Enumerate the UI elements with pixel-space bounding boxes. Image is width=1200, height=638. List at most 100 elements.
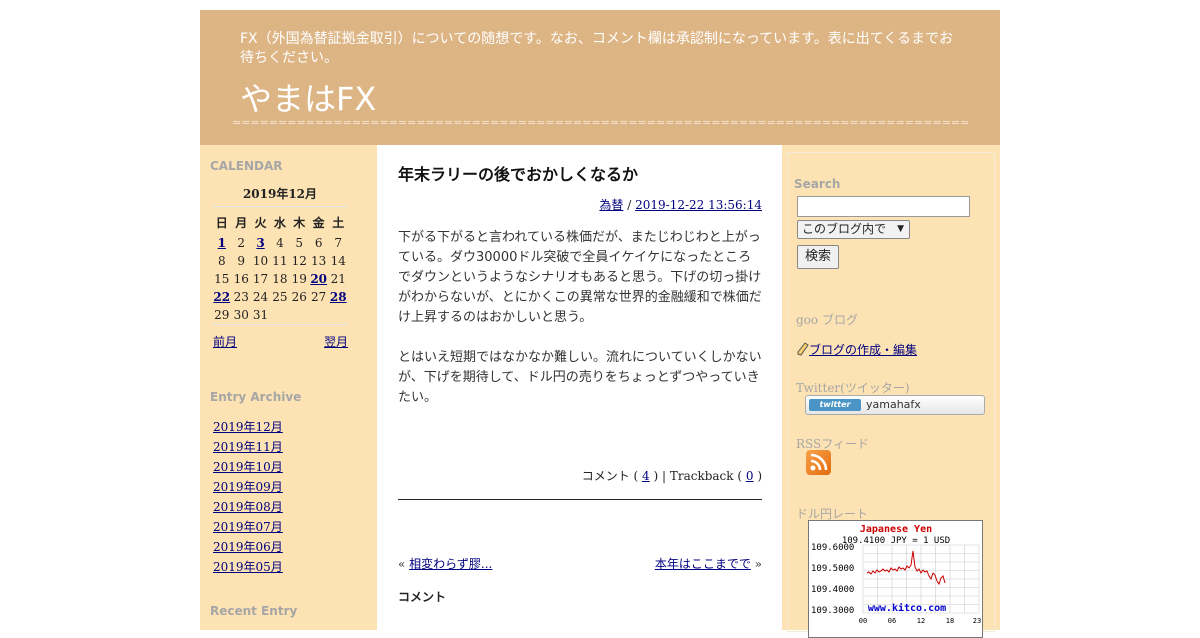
- calendar-month: 2019年12月: [212, 185, 348, 207]
- calendar-day: 1: [212, 234, 232, 252]
- archive-item: 2019年07月: [213, 517, 283, 537]
- rate-chart-title: Japanese Yen: [860, 524, 932, 535]
- rate-chart-x-ticks: 00 06 12 18 23: [859, 617, 981, 625]
- calendar-week: 29 30 31: [212, 306, 348, 324]
- rate-chart-brand: www.kitco.com: [868, 602, 946, 614]
- calendar-prev-month-link[interactable]: 前月: [213, 333, 237, 350]
- blog-title[interactable]: やまはFX: [240, 74, 376, 120]
- blog-header: FX（外国為替証拠金取引）についての随想です。なお、コメント欄は承認制になってい…: [200, 10, 1000, 145]
- prev-post: « 相変わらず膠...: [398, 555, 492, 572]
- calendar-weekday: 水: [273, 215, 286, 230]
- archive-month-link[interactable]: 2019年05月: [213, 560, 283, 574]
- post-category-link[interactable]: 為替: [599, 198, 623, 212]
- calendar-day: 18: [272, 272, 288, 286]
- post-permalink[interactable]: 2019-12-22 13:56:14: [635, 198, 762, 212]
- y-tick-label: 109.4000: [811, 585, 854, 595]
- calendar-day: 30: [233, 307, 249, 322]
- archive-item: 2019年12月: [213, 417, 283, 437]
- calendar-week: 8 9 10 11 12 13 14: [212, 252, 348, 270]
- archive-month-link[interactable]: 2019年11月: [213, 440, 283, 454]
- pencil-icon: [797, 342, 809, 356]
- y-tick-label: 109.3000: [811, 606, 854, 616]
- rate-chart-svg: Japanese Yen 109.4100 JPY = 1 USD 109.60…: [811, 524, 981, 625]
- calendar-day-link[interactable]: 22: [213, 290, 230, 304]
- meta-separator: /: [623, 198, 636, 212]
- archive-month-link[interactable]: 2019年07月: [213, 520, 283, 534]
- calendar-day: 10: [252, 254, 269, 268]
- calendar-day-link[interactable]: 28: [330, 290, 347, 304]
- calendar: 2019年12月 日月火水木金土 1 2 3 4 5 6 7 8 9 10 11 12 13 14 15 16…: [212, 185, 348, 355]
- goo-blog-heading: goo ブログ: [796, 313, 858, 327]
- right-sidebar-box: Search このブログ内で ▼ 検索 goo ブログ ブログの作成・編集 Tw…: [787, 152, 995, 638]
- archive-month-link[interactable]: 2019年10月: [213, 460, 283, 474]
- search-scope-select[interactable]: このブログ内で ▼: [797, 220, 910, 239]
- next-post-link[interactable]: 本年はここまでで: [655, 557, 751, 571]
- twitter-heading: Twitter(ツイッター): [796, 381, 910, 395]
- post-navigation: « 相変わらず膠... 本年はここまでで »: [398, 555, 762, 573]
- calendar-day-link[interactable]: 1: [218, 236, 226, 250]
- calendar-weekday: 日: [215, 215, 228, 230]
- archive-month-link[interactable]: 2019年12月: [213, 420, 283, 434]
- right-sidebar: Search このブログ内で ▼ 検索 goo ブログ ブログの作成・編集 Tw…: [782, 145, 1000, 638]
- x-tick-label: 12: [917, 617, 925, 625]
- calendar-day: 17: [252, 272, 269, 286]
- calendar-day: 2: [237, 236, 246, 250]
- archive-item: 2019年11月: [213, 437, 283, 457]
- calendar-week: 1234567: [212, 234, 348, 252]
- calendar-weekday: 土: [332, 215, 345, 230]
- usd-jpy-rate-chart[interactable]: Japanese Yen 109.4100 JPY = 1 USD 109.60…: [808, 520, 983, 638]
- calendar-day-link[interactable]: 20: [310, 272, 327, 286]
- post-paragraph: 下がる下がると言われている株価だが、またじわじわと上がっている。ダウ30000ド…: [398, 230, 762, 325]
- post-divider: [398, 499, 762, 500]
- calendar-day: 6: [314, 236, 323, 250]
- calendar-day: 9: [237, 254, 246, 268]
- post-body: 下がる下がると言われている株価だが、またじわじわと上がっている。ダウ30000ド…: [398, 228, 763, 428]
- archive-month-link[interactable]: 2019年06月: [213, 540, 283, 554]
- twitter-follow-badge[interactable]: twitter yamahafx: [805, 395, 985, 415]
- calendar-weekday: 金: [312, 215, 325, 230]
- prev-post-link[interactable]: 相変わらず膠...: [409, 557, 492, 571]
- calendar-next-month-link[interactable]: 翌月: [324, 333, 348, 350]
- calendar-day: 8: [217, 254, 226, 268]
- calendar-day-link[interactable]: 3: [256, 236, 264, 250]
- search-scope-value: このブログ内で: [802, 222, 887, 236]
- archive-item: 2019年05月: [213, 557, 283, 577]
- close-paren: ): [753, 469, 762, 483]
- x-tick-label: 18: [946, 617, 954, 625]
- calendar-day: 11: [272, 254, 288, 268]
- header-divider: ========================================…: [232, 116, 968, 129]
- calendar-week: 22 23 24 25 26 27 28: [212, 288, 348, 306]
- comment-count-link[interactable]: 4: [642, 469, 650, 483]
- post-meta: 為替 / 2019-12-22 13:56:14: [599, 196, 762, 213]
- x-tick-label: 00: [859, 617, 867, 625]
- calendar-week: 15 16 17 18 19 20 21: [212, 270, 348, 288]
- search-input[interactable]: [797, 196, 970, 217]
- blog-edit-link[interactable]: ブログの作成・編集: [809, 343, 917, 357]
- archive-month-link[interactable]: 2019年09月: [213, 480, 283, 494]
- calendar-day: 22: [212, 288, 232, 306]
- rate-chart-quote: 109.4100 JPY = 1 USD: [842, 536, 950, 546]
- calendar-day: 12: [291, 254, 307, 268]
- rss-icon: [810, 453, 828, 471]
- twitter-username: yamahafx: [866, 398, 921, 411]
- archive-heading: Entry Archive: [210, 390, 302, 404]
- calendar-day: 15: [214, 272, 230, 286]
- search-heading: Search: [794, 177, 841, 191]
- blog-description: FX（外国為替証拠金取引）についての随想です。なお、コメント欄は承認制になってい…: [240, 31, 954, 66]
- next-mark: »: [750, 557, 762, 571]
- archive-item: 2019年06月: [213, 537, 283, 557]
- x-tick-label: 06: [888, 617, 896, 625]
- post-title: 年末ラリーの後でおかしくなるか: [398, 165, 639, 184]
- comment-label: コメント (: [581, 469, 643, 483]
- calendar-day: 27: [311, 290, 327, 304]
- calendar-day: 7: [334, 236, 343, 250]
- twitter-logo: twitter: [809, 399, 861, 411]
- main-content: 年末ラリーの後でおかしくなるか 為替 / 2019-12-22 13:56:14…: [377, 145, 782, 630]
- y-tick-label: 109.5000: [811, 564, 854, 574]
- search-button[interactable]: 検索: [797, 245, 839, 269]
- calendar-day: 29: [214, 307, 230, 322]
- rss-feed-icon[interactable]: [806, 450, 831, 475]
- archive-month-link[interactable]: 2019年08月: [213, 500, 283, 514]
- trackback-count-link[interactable]: 0: [746, 469, 754, 483]
- calendar-day: 26: [291, 290, 307, 304]
